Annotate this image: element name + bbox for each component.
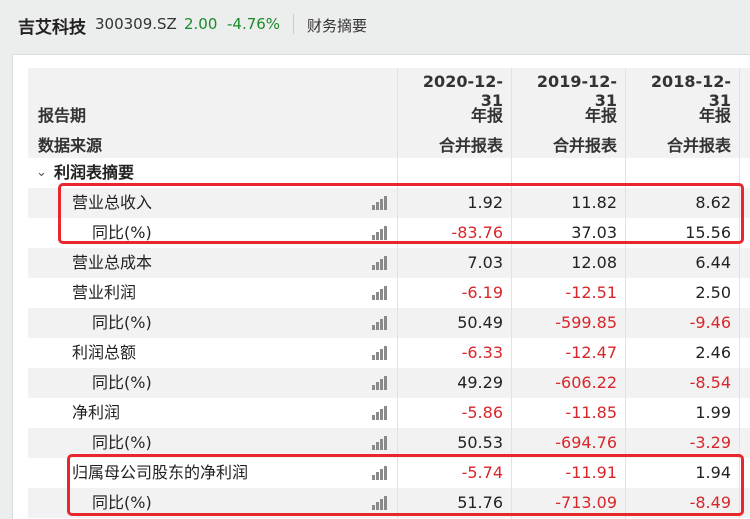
bar-chart-icon[interactable] — [372, 256, 388, 270]
data-source-label: 数据来源 — [38, 136, 103, 155]
cell-value: 2.46 — [695, 343, 731, 362]
table-row: 营业总成本 7.03 12.08 6.44 — [28, 248, 750, 278]
col-source-1: 合并报表 — [438, 136, 503, 155]
cell-value: -599.85 — [555, 313, 617, 332]
row-label: 净利润 — [72, 403, 121, 422]
cell-value: 6.44 — [695, 253, 731, 272]
col-type-3: 年报 — [698, 106, 731, 125]
bar-chart-icon[interactable] — [372, 286, 388, 300]
column-divider — [511, 68, 512, 519]
highlight-box-net-profit — [67, 454, 744, 516]
table-row: 利润总额 -6.33 -12.47 2.46 — [28, 338, 750, 368]
column-divider — [739, 68, 740, 519]
cell-value: -5.86 — [461, 403, 503, 422]
cell-value: -6.19 — [461, 283, 503, 302]
bar-chart-icon[interactable] — [372, 346, 388, 360]
cell-value: -6.33 — [461, 343, 503, 362]
section-title[interactable]: 财务摘要 — [307, 15, 367, 36]
table-row: 同比(%) 49.29 -606.22 -8.54 — [28, 368, 750, 398]
table-row: 同比(%) 50.49 -599.85 -9.46 — [28, 308, 750, 338]
col-type-2: 年报 — [584, 106, 617, 125]
col-source-3: 合并报表 — [666, 136, 731, 155]
cell-value: 1.99 — [695, 403, 731, 422]
stock-price: 2.00 — [184, 15, 218, 33]
stock-code: 300309.SZ — [95, 15, 177, 33]
cell-value: 50.49 — [457, 313, 503, 332]
bar-chart-icon[interactable] — [372, 436, 388, 450]
header-divider — [293, 14, 294, 34]
table-header: 报告期 数据来源 2020-12-31 年报 合并报表 2019-12-31 年… — [28, 68, 750, 158]
table-row: 营业利润 -6.19 -12.51 2.50 — [28, 278, 750, 308]
stock-change: -4.76% — [227, 15, 281, 33]
bar-chart-icon[interactable] — [372, 376, 388, 390]
chevron-down-icon[interactable]: ⌄ — [36, 158, 47, 188]
cell-value: 12.08 — [571, 253, 617, 272]
bar-chart-icon[interactable] — [372, 406, 388, 420]
report-period-label: 报告期 — [38, 106, 87, 125]
row-label: 同比(%) — [92, 313, 152, 332]
bar-chart-icon[interactable] — [372, 316, 388, 330]
cell-value: -12.47 — [565, 343, 617, 362]
company-name: 吉艾科技 — [18, 18, 86, 38]
row-label: 利润总额 — [72, 343, 137, 362]
row-label: 同比(%) — [92, 373, 152, 392]
col-source-2: 合并报表 — [552, 136, 617, 155]
highlight-box-revenue — [58, 183, 744, 244]
cell-value: 2.50 — [695, 283, 731, 302]
top-bar: 吉艾科技 300309.SZ 2.00 -4.76% 财务摘要 — [0, 0, 750, 50]
column-divider — [397, 68, 398, 519]
col-type-1: 年报 — [470, 106, 503, 125]
table-row: 净利润 -5.86 -11.85 1.99 — [28, 398, 750, 428]
column-divider — [625, 68, 626, 519]
row-label: 营业利润 — [72, 283, 137, 302]
cell-value: -606.22 — [555, 373, 617, 392]
row-label: 营业总成本 — [72, 253, 153, 272]
cell-value: -12.51 — [565, 283, 617, 302]
cell-value: 49.29 — [457, 373, 503, 392]
cell-value: -9.46 — [689, 313, 731, 332]
cell-value: -11.85 — [565, 403, 617, 422]
cell-value: 7.03 — [467, 253, 503, 272]
cell-value: -8.54 — [689, 373, 731, 392]
